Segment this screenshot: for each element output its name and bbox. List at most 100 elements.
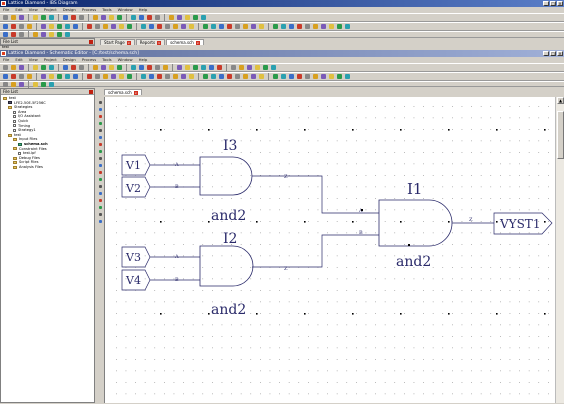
toolbar-button-icon[interactable] — [18, 64, 25, 71]
toolbar-button-icon[interactable] — [344, 23, 351, 30]
toolbar-button-icon[interactable] — [176, 14, 183, 21]
toolbar-button-icon[interactable] — [184, 14, 191, 21]
draw-tool-icon[interactable] — [97, 99, 103, 105]
toolbar-button-icon[interactable] — [62, 14, 69, 21]
draw-tool-icon[interactable] — [97, 162, 103, 168]
toolbar-button-icon[interactable] — [32, 14, 39, 21]
toolbar-button-icon[interactable] — [40, 73, 47, 80]
toolbar-button-icon[interactable] — [218, 73, 225, 80]
toolbar-button-icon[interactable] — [32, 64, 39, 71]
toolbar-button-icon[interactable] — [100, 64, 107, 71]
toolbar-button-icon[interactable] — [172, 23, 179, 30]
toolbar-button-icon[interactable] — [102, 73, 109, 80]
toolbar-button-icon[interactable] — [32, 81, 39, 88]
toolbar-button-icon[interactable] — [188, 23, 195, 30]
toolbar-button-icon[interactable] — [148, 73, 155, 80]
input-port-v2[interactable]: V2 — [121, 176, 151, 198]
toolbar-button-icon[interactable] — [138, 64, 145, 71]
toolbar-button-icon[interactable] — [328, 73, 335, 80]
toolbar-button-icon[interactable] — [146, 14, 153, 21]
toolbar-button-icon[interactable] — [188, 73, 195, 80]
input-port-v4[interactable]: V4 — [121, 269, 151, 291]
maximize-button[interactable]: □ — [550, 1, 556, 6]
toolbar-button-icon[interactable] — [10, 73, 17, 80]
toolbar-button-icon[interactable] — [272, 23, 279, 30]
toolbar-button-icon[interactable] — [56, 23, 63, 30]
draw-tool-icon[interactable] — [97, 197, 103, 203]
file-list-item[interactable]: Analysis Files — [3, 165, 92, 170]
toolbar-button-icon[interactable] — [64, 31, 71, 38]
toolbar-button-icon[interactable] — [162, 64, 169, 71]
toolbar-button-icon[interactable] — [48, 64, 55, 71]
toolbar-button-icon[interactable] — [56, 73, 63, 80]
toolbar-button-icon[interactable] — [64, 23, 71, 30]
toolbar-button-icon[interactable] — [246, 64, 253, 71]
schematic-drawing[interactable]: I3 and2 A B Z I2 and2 A B Z I1 and2 A B … — [105, 97, 556, 403]
toolbar-button-icon[interactable] — [336, 73, 343, 80]
output-port-vyst1[interactable]: VYST1 — [493, 212, 553, 235]
toolbar-button-icon[interactable] — [230, 64, 237, 71]
toolbar-button-icon[interactable] — [48, 81, 55, 88]
toolbar-button-icon[interactable] — [48, 23, 55, 30]
toolbar-button-icon[interactable] — [2, 73, 9, 80]
toolbar-button-icon[interactable] — [78, 64, 85, 71]
toolbar-button-icon[interactable] — [210, 73, 217, 80]
toolbar-button-icon[interactable] — [2, 81, 9, 88]
toolbar-button-icon[interactable] — [146, 64, 153, 71]
toolbar-button-icon[interactable] — [108, 14, 115, 21]
toolbar-button-icon[interactable] — [180, 73, 187, 80]
toolbar-button-icon[interactable] — [148, 23, 155, 30]
toolbar-button-icon[interactable] — [92, 14, 99, 21]
toolbar-button-icon[interactable] — [118, 23, 125, 30]
tab-start-page[interactable]: Start Page × — [100, 39, 135, 45]
toolbar-button-icon[interactable] — [94, 73, 101, 80]
toolbar-button-icon[interactable] — [344, 73, 351, 80]
toolbar-button-icon[interactable] — [336, 23, 343, 30]
toolbar-button-icon[interactable] — [242, 23, 249, 30]
toolbar-button-icon[interactable] — [328, 23, 335, 30]
toolbar-button-icon[interactable] — [48, 14, 55, 21]
toolbar-button-icon[interactable] — [40, 14, 47, 21]
maximize-button[interactable]: □ — [550, 51, 556, 56]
toolbar-button-icon[interactable] — [10, 14, 17, 21]
toolbar-button-icon[interactable] — [234, 73, 241, 80]
toolbar-button-icon[interactable] — [72, 73, 79, 80]
toolbar-button-icon[interactable] — [32, 31, 39, 38]
toolbar-button-icon[interactable] — [250, 23, 257, 30]
toolbar-button-icon[interactable] — [118, 73, 125, 80]
draw-tool-icon[interactable] — [97, 134, 103, 140]
toolbar-button-icon[interactable] — [184, 64, 191, 71]
draw-tool-icon[interactable] — [97, 183, 103, 189]
toolbar-button-icon[interactable] — [108, 64, 115, 71]
toolbar-button-icon[interactable] — [110, 23, 117, 30]
toolbar-button-icon[interactable] — [40, 81, 47, 88]
toolbar-button-icon[interactable] — [116, 64, 123, 71]
draw-tool-icon[interactable] — [97, 169, 103, 175]
toolbar-button-icon[interactable] — [200, 14, 207, 21]
toolbar-button-icon[interactable] — [226, 73, 233, 80]
gate-i2[interactable]: I2 and2 A B Z — [174, 231, 288, 318]
tab-reports[interactable]: Reports × — [135, 39, 166, 45]
toolbar-button-icon[interactable] — [202, 73, 209, 80]
toolbar-button-icon[interactable] — [280, 23, 287, 30]
toolbar-button-icon[interactable] — [250, 73, 257, 80]
toolbar-button-icon[interactable] — [262, 64, 269, 71]
wires[interactable] — [150, 164, 494, 281]
toolbar-button-icon[interactable] — [18, 14, 25, 21]
close-button[interactable]: × — [557, 51, 563, 56]
close-icon[interactable]: × — [126, 40, 131, 45]
toolbar-button-icon[interactable] — [56, 31, 63, 38]
toolbar-button-icon[interactable] — [126, 23, 133, 30]
toolbar-button-icon[interactable] — [10, 64, 17, 71]
toolbar-button-icon[interactable] — [320, 23, 327, 30]
toolbar-button-icon[interactable] — [10, 31, 17, 38]
toolbar-button-icon[interactable] — [164, 23, 171, 30]
toolbar-button-icon[interactable] — [94, 23, 101, 30]
toolbar-button-icon[interactable] — [242, 73, 249, 80]
draw-tool-icon[interactable] — [97, 218, 103, 224]
draw-tool-icon[interactable] — [97, 120, 103, 126]
toolbar-button-icon[interactable] — [26, 23, 33, 30]
toolbar-button-icon[interactable] — [154, 14, 161, 21]
toolbar-button-icon[interactable] — [26, 73, 33, 80]
close-icon[interactable] — [89, 40, 93, 44]
